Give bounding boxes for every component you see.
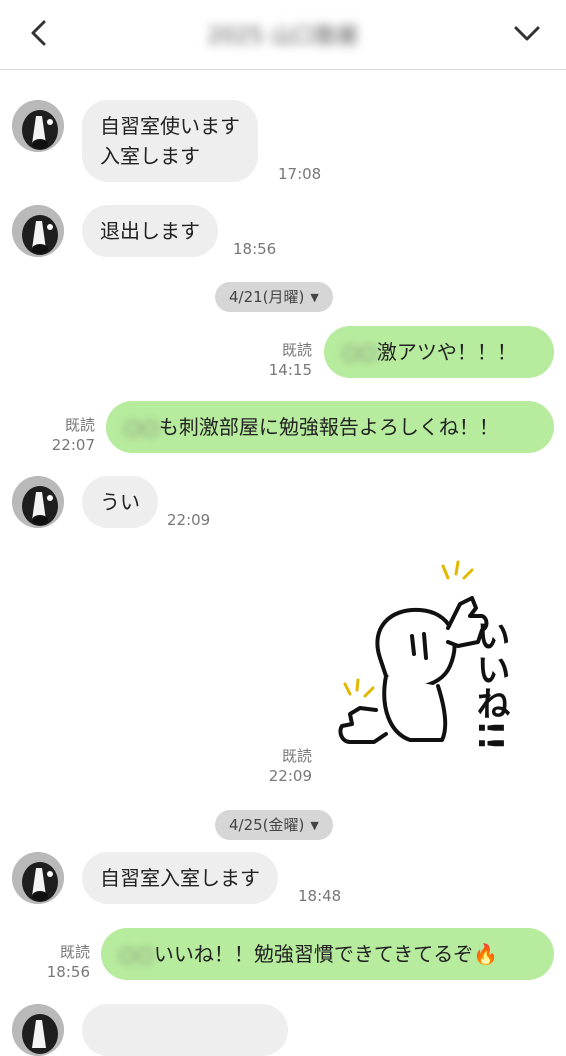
read-label: 既読 bbox=[281, 341, 312, 359]
date-label: 4/25(金曜) bbox=[229, 816, 305, 834]
menu-toggle-button[interactable] bbox=[510, 16, 544, 50]
message-bubble[interactable]: 退出します bbox=[82, 205, 218, 257]
message-time: 18:56 bbox=[46, 963, 90, 981]
date-label: 4/21(月曜) bbox=[229, 288, 305, 306]
message-time: 18:56 bbox=[233, 240, 277, 258]
avatar[interactable] bbox=[12, 476, 64, 528]
dog-avatar-icon bbox=[12, 100, 64, 152]
message-time: 22:09 bbox=[167, 511, 211, 529]
read-status: 既読 22:09 bbox=[262, 746, 312, 786]
message-bubble[interactable] bbox=[82, 1004, 288, 1056]
read-status: 既読 14:15 bbox=[262, 340, 312, 380]
dog-avatar-icon bbox=[12, 476, 64, 528]
message-text: 退出します bbox=[100, 219, 200, 243]
message-time: 22:09 bbox=[268, 767, 312, 785]
message-text: うい bbox=[100, 490, 140, 514]
sticker[interactable]: いいね!! bbox=[330, 558, 550, 778]
date-separator[interactable]: 4/21(月曜) ▼ bbox=[215, 282, 333, 312]
caret-down-icon: ▼ bbox=[310, 290, 319, 304]
message-bubble[interactable]: 自習室入室します bbox=[82, 852, 278, 904]
message-bubble[interactable]: ○○激アツや！！！ bbox=[324, 326, 554, 378]
date-separator[interactable]: 4/25(金曜) ▼ bbox=[215, 810, 333, 840]
thumbs-up-sticker-icon: いいね!! bbox=[338, 560, 510, 751]
blurred-name: ○○ bbox=[124, 415, 159, 439]
read-label: 既読 bbox=[59, 943, 90, 961]
dog-avatar-icon bbox=[12, 205, 64, 257]
chat-title[interactable]: 2025 山口塾屋 bbox=[0, 18, 566, 50]
message-bubble[interactable]: 自習室使います 入室します bbox=[82, 100, 258, 182]
sticker-text: いいね!! bbox=[470, 618, 510, 751]
read-label: 既読 bbox=[281, 747, 312, 765]
message-bubble[interactable]: うい bbox=[82, 476, 158, 528]
read-label: 既読 bbox=[64, 416, 95, 434]
message-time: 17:08 bbox=[278, 165, 322, 183]
blurred-name: ○○ bbox=[119, 942, 154, 966]
dog-avatar-icon bbox=[12, 852, 64, 904]
message-bubble[interactable]: ○○も刺激部屋に勉強報告よろしくね！！ bbox=[106, 401, 554, 453]
message-text: 自習室使います bbox=[100, 114, 240, 138]
avatar[interactable] bbox=[12, 1004, 64, 1056]
avatar[interactable] bbox=[12, 852, 64, 904]
avatar[interactable] bbox=[12, 205, 64, 257]
caret-down-icon: ▼ bbox=[310, 818, 319, 832]
message-time: 14:15 bbox=[268, 361, 312, 379]
message-list[interactable]: 自習室使います 入室します 17:08 退出します 18:56 4/21(月曜)… bbox=[0, 70, 566, 1056]
message-bubble[interactable]: ○○いいね！！勉強習慣できてきてるぞ🔥 bbox=[101, 928, 554, 980]
read-status: 既読 22:07 bbox=[45, 415, 95, 455]
blurred-name: ○○ bbox=[342, 340, 377, 364]
dog-avatar-icon bbox=[12, 1004, 64, 1056]
message-text: 激アツや！！！ bbox=[376, 340, 517, 364]
chat-header: 2025 山口塾屋 bbox=[0, 0, 566, 70]
chevron-down-icon bbox=[514, 26, 540, 41]
message-text: いいね！！勉強習慣できてきてるぞ🔥 bbox=[153, 942, 499, 966]
message-time: 22:07 bbox=[51, 436, 95, 454]
avatar[interactable] bbox=[12, 100, 64, 152]
read-status: 既読 18:56 bbox=[40, 942, 90, 982]
message-text: も刺激部屋に勉強報告よろしくね！！ bbox=[158, 415, 499, 439]
message-text: 入室します bbox=[100, 144, 200, 168]
message-time: 18:48 bbox=[298, 887, 342, 905]
message-text: 自習室入室します bbox=[100, 866, 260, 890]
